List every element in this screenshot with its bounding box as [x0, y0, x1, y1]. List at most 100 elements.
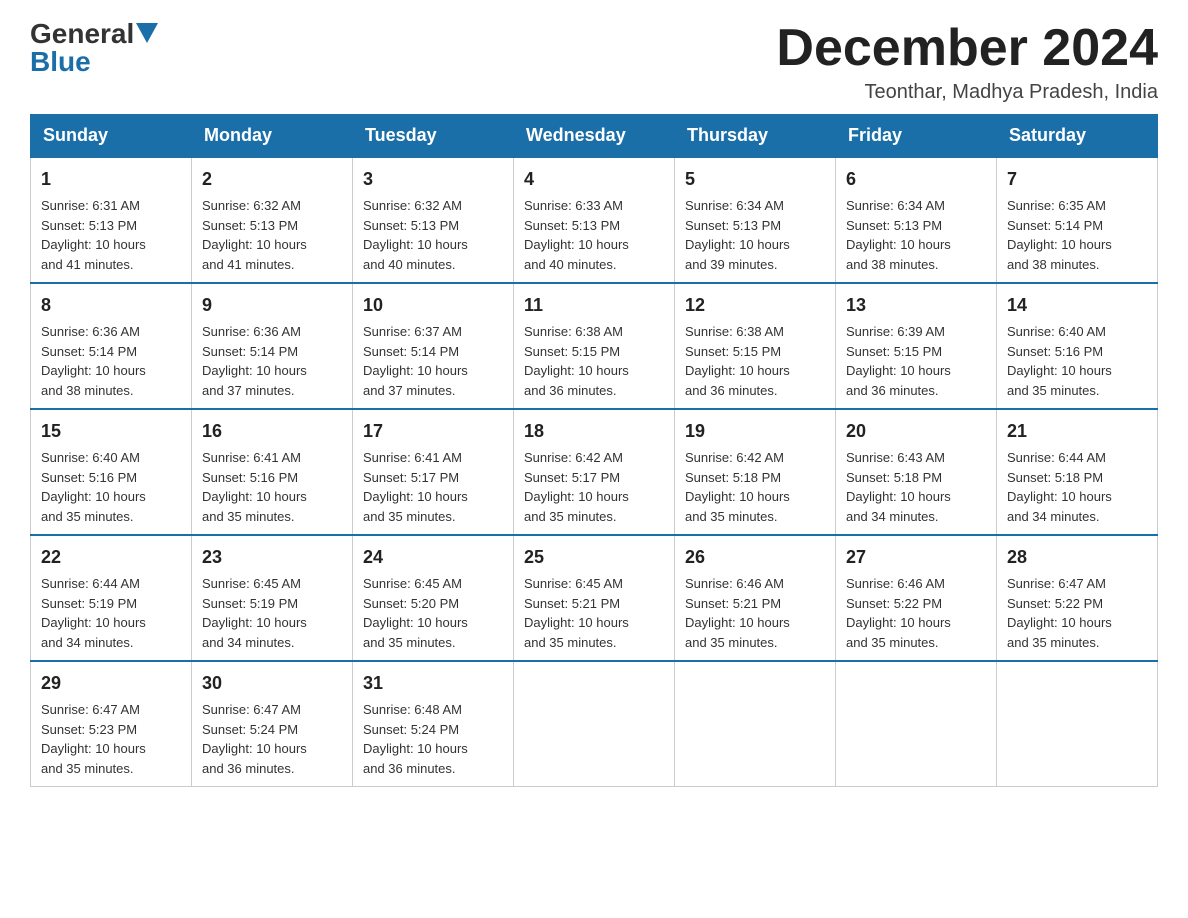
- day-info: Sunrise: 6:44 AMSunset: 5:19 PMDaylight:…: [41, 574, 181, 652]
- header-tuesday: Tuesday: [353, 115, 514, 158]
- header-thursday: Thursday: [675, 115, 836, 158]
- logo-general-text: General: [30, 20, 134, 48]
- day-number: 13: [846, 292, 986, 319]
- day-info: Sunrise: 6:47 AMSunset: 5:22 PMDaylight:…: [1007, 574, 1147, 652]
- logo-blue-text: Blue: [30, 48, 91, 76]
- table-row: 8 Sunrise: 6:36 AMSunset: 5:14 PMDaylight…: [31, 283, 192, 409]
- day-number: 3: [363, 166, 503, 193]
- day-info: Sunrise: 6:38 AMSunset: 5:15 PMDaylight:…: [685, 322, 825, 400]
- day-number: 29: [41, 670, 181, 697]
- table-row: 4 Sunrise: 6:33 AMSunset: 5:13 PMDaylight…: [514, 157, 675, 283]
- calendar-week-row: 8 Sunrise: 6:36 AMSunset: 5:14 PMDaylight…: [31, 283, 1158, 409]
- day-number: 31: [363, 670, 503, 697]
- calendar-week-row: 22 Sunrise: 6:44 AMSunset: 5:19 PMDayligh…: [31, 535, 1158, 661]
- table-row: [997, 661, 1158, 787]
- day-info: Sunrise: 6:35 AMSunset: 5:14 PMDaylight:…: [1007, 196, 1147, 274]
- table-row: 30Sunrise: 6:47 AMSunset: 5:24 PMDayligh…: [192, 661, 353, 787]
- header-friday: Friday: [836, 115, 997, 158]
- header-sunday: Sunday: [31, 115, 192, 158]
- table-row: 23 Sunrise: 6:45 AMSunset: 5:19 PMDayligh…: [192, 535, 353, 661]
- day-number: 11: [524, 292, 664, 319]
- calendar-week-row: 1Sunrise: 6:31 AMSunset: 5:13 PMDaylight…: [31, 157, 1158, 283]
- day-info: Sunrise: 6:39 AMSunset: 5:15 PMDaylight:…: [846, 322, 986, 400]
- table-row: 19 Sunrise: 6:42 AMSunset: 5:18 PMDayligh…: [675, 409, 836, 535]
- table-row: 26Sunrise: 6:46 AMSunset: 5:21 PMDayligh…: [675, 535, 836, 661]
- day-info: Sunrise: 6:34 AMSunset: 5:13 PMDaylight:…: [685, 196, 825, 274]
- day-info: Sunrise: 6:44 AMSunset: 5:18 PMDaylight:…: [1007, 448, 1147, 526]
- table-row: 16 Sunrise: 6:41 AMSunset: 5:16 PMDayligh…: [192, 409, 353, 535]
- table-row: 31 Sunrise: 6:48 AMSunset: 5:24 PMDayligh…: [353, 661, 514, 787]
- day-info: Sunrise: 6:32 AMSunset: 5:13 PMDaylight:…: [363, 196, 503, 274]
- day-info: Sunrise: 6:37 AMSunset: 5:14 PMDaylight:…: [363, 322, 503, 400]
- day-info: Sunrise: 6:48 AMSunset: 5:24 PMDaylight:…: [363, 700, 503, 778]
- day-info: Sunrise: 6:36 AMSunset: 5:14 PMDaylight:…: [41, 322, 181, 400]
- day-info: Sunrise: 6:41 AMSunset: 5:16 PMDaylight:…: [202, 448, 342, 526]
- calendar-week-row: 29Sunrise: 6:47 AMSunset: 5:23 PMDayligh…: [31, 661, 1158, 787]
- day-info: Sunrise: 6:42 AMSunset: 5:17 PMDaylight:…: [524, 448, 664, 526]
- day-number: 23: [202, 544, 342, 571]
- day-number: 12: [685, 292, 825, 319]
- day-number: 14: [1007, 292, 1147, 319]
- day-number: 21: [1007, 418, 1147, 445]
- day-number: 16: [202, 418, 342, 445]
- day-number: 6: [846, 166, 986, 193]
- day-info: Sunrise: 6:40 AMSunset: 5:16 PMDaylight:…: [1007, 322, 1147, 400]
- day-number: 9: [202, 292, 342, 319]
- month-title: December 2024: [776, 20, 1158, 77]
- table-row: 25Sunrise: 6:45 AMSunset: 5:21 PMDayligh…: [514, 535, 675, 661]
- day-number: 15: [41, 418, 181, 445]
- day-number: 1: [41, 166, 181, 193]
- table-row: [836, 661, 997, 787]
- day-number: 24: [363, 544, 503, 571]
- day-info: Sunrise: 6:41 AMSunset: 5:17 PMDaylight:…: [363, 448, 503, 526]
- day-info: Sunrise: 6:45 AMSunset: 5:20 PMDaylight:…: [363, 574, 503, 652]
- day-number: 10: [363, 292, 503, 319]
- day-info: Sunrise: 6:40 AMSunset: 5:16 PMDaylight:…: [41, 448, 181, 526]
- table-row: 24 Sunrise: 6:45 AMSunset: 5:20 PMDayligh…: [353, 535, 514, 661]
- table-row: 18 Sunrise: 6:42 AMSunset: 5:17 PMDayligh…: [514, 409, 675, 535]
- table-row: 15 Sunrise: 6:40 AMSunset: 5:16 PMDayligh…: [31, 409, 192, 535]
- header-wednesday: Wednesday: [514, 115, 675, 158]
- table-row: 17 Sunrise: 6:41 AMSunset: 5:17 PMDayligh…: [353, 409, 514, 535]
- day-info: Sunrise: 6:38 AMSunset: 5:15 PMDaylight:…: [524, 322, 664, 400]
- table-row: 27 Sunrise: 6:46 AMSunset: 5:22 PMDayligh…: [836, 535, 997, 661]
- table-row: 9 Sunrise: 6:36 AMSunset: 5:14 PMDaylight…: [192, 283, 353, 409]
- day-number: 19: [685, 418, 825, 445]
- title-section: December 2024 Teonthar, Madhya Pradesh, …: [776, 20, 1158, 104]
- table-row: 11 Sunrise: 6:38 AMSunset: 5:15 PMDayligh…: [514, 283, 675, 409]
- day-number: 4: [524, 166, 664, 193]
- table-row: 6Sunrise: 6:34 AMSunset: 5:13 PMDaylight…: [836, 157, 997, 283]
- day-number: 20: [846, 418, 986, 445]
- logo: General Blue: [30, 20, 158, 76]
- day-info: Sunrise: 6:46 AMSunset: 5:21 PMDaylight:…: [685, 574, 825, 652]
- table-row: 14 Sunrise: 6:40 AMSunset: 5:16 PMDayligh…: [997, 283, 1158, 409]
- day-number: 5: [685, 166, 825, 193]
- table-row: 12 Sunrise: 6:38 AMSunset: 5:15 PMDayligh…: [675, 283, 836, 409]
- day-info: Sunrise: 6:42 AMSunset: 5:18 PMDaylight:…: [685, 448, 825, 526]
- day-number: 8: [41, 292, 181, 319]
- table-row: 22 Sunrise: 6:44 AMSunset: 5:19 PMDayligh…: [31, 535, 192, 661]
- table-row: [514, 661, 675, 787]
- table-row: 1Sunrise: 6:31 AMSunset: 5:13 PMDaylight…: [31, 157, 192, 283]
- location-text: Teonthar, Madhya Pradesh, India: [776, 81, 1158, 104]
- day-number: 18: [524, 418, 664, 445]
- day-number: 17: [363, 418, 503, 445]
- table-row: 7Sunrise: 6:35 AMSunset: 5:14 PMDaylight…: [997, 157, 1158, 283]
- table-row: 5 Sunrise: 6:34 AMSunset: 5:13 PMDaylight…: [675, 157, 836, 283]
- day-info: Sunrise: 6:47 AMSunset: 5:24 PMDaylight:…: [202, 700, 342, 778]
- day-info: Sunrise: 6:45 AMSunset: 5:21 PMDaylight:…: [524, 574, 664, 652]
- table-row: 21 Sunrise: 6:44 AMSunset: 5:18 PMDayligh…: [997, 409, 1158, 535]
- table-row: 10 Sunrise: 6:37 AMSunset: 5:14 PMDayligh…: [353, 283, 514, 409]
- table-row: [675, 661, 836, 787]
- calendar-header-row: Sunday Monday Tuesday Wednesday Thursday…: [31, 115, 1158, 158]
- day-number: 2: [202, 166, 342, 193]
- header-monday: Monday: [192, 115, 353, 158]
- day-number: 28: [1007, 544, 1147, 571]
- day-number: 22: [41, 544, 181, 571]
- day-info: Sunrise: 6:45 AMSunset: 5:19 PMDaylight:…: [202, 574, 342, 652]
- day-info: Sunrise: 6:33 AMSunset: 5:13 PMDaylight:…: [524, 196, 664, 274]
- day-info: Sunrise: 6:36 AMSunset: 5:14 PMDaylight:…: [202, 322, 342, 400]
- day-info: Sunrise: 6:46 AMSunset: 5:22 PMDaylight:…: [846, 574, 986, 652]
- day-number: 27: [846, 544, 986, 571]
- table-row: 2Sunrise: 6:32 AMSunset: 5:13 PMDaylight…: [192, 157, 353, 283]
